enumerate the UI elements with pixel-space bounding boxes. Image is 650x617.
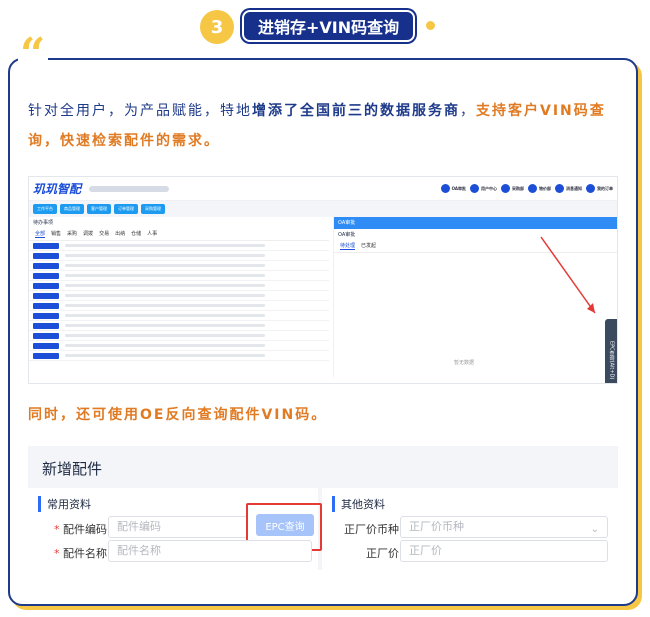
dashboard-screenshot: 玑玑智配 OA审批 用户中心 采购部 物价部 消息通知 我的订单 工作平台 商品… [28,176,618,384]
intro-text: 针对全用户，为产品赋能，特地增添了全国前三的数据服务商，支持客户VIN码查询，快… [28,96,620,156]
intro-part1: 针对全用户，为产品赋能，特地 [28,103,252,119]
intro-highlight: 增添了全国前三的数据服务商 [252,103,460,119]
form-title: 新增配件 [42,460,103,478]
quote-icon: “ [18,33,48,77]
red-arrow-annotation [540,236,596,314]
add-part-form-screenshot: 新增配件 常用资料 * 配件编码 配件编码 EPC查询 * 配件名称 配件名称 … [28,446,618,570]
price-label: 正厂价 [366,547,399,560]
price-input[interactable]: 正厂价 [400,540,608,562]
decorative-dot [426,21,435,30]
intro-part3: ， [460,103,476,119]
other-info-panel: 其他资料 正厂价币种 正厂价币种 ⌄ 正厂价 正厂价 [322,488,618,570]
currency-select[interactable]: 正厂价币种 ⌄ [400,516,608,538]
page: 3 进销存+VIN码查询 “ 针对全用户，为产品赋能，特地增添了全国前三的数据服… [0,0,650,617]
step-number-badge: 3 [200,10,234,44]
currency-label: 正厂价币种 [344,523,399,536]
chevron-down-icon: ⌄ [590,524,599,535]
oe-reverse-text: 同时，还可使用OE反向查询配件VIN码。 [28,407,328,423]
part-code-input[interactable]: 配件编码 [108,516,248,538]
section-title: 进销存+VIN码查询 [242,10,416,42]
common-info-panel: 常用资料 * 配件编码 配件编码 EPC查询 * 配件名称 配件名称 [28,488,322,570]
part-code-label: * 配件编码 [54,523,107,536]
arrow-line [540,236,596,314]
part-name-label: * 配件名称 [54,547,107,560]
section-common: 常用资料 [38,496,91,512]
part-name-input[interactable]: 配件名称 [108,540,312,562]
section-other: 其他资料 [332,496,385,512]
